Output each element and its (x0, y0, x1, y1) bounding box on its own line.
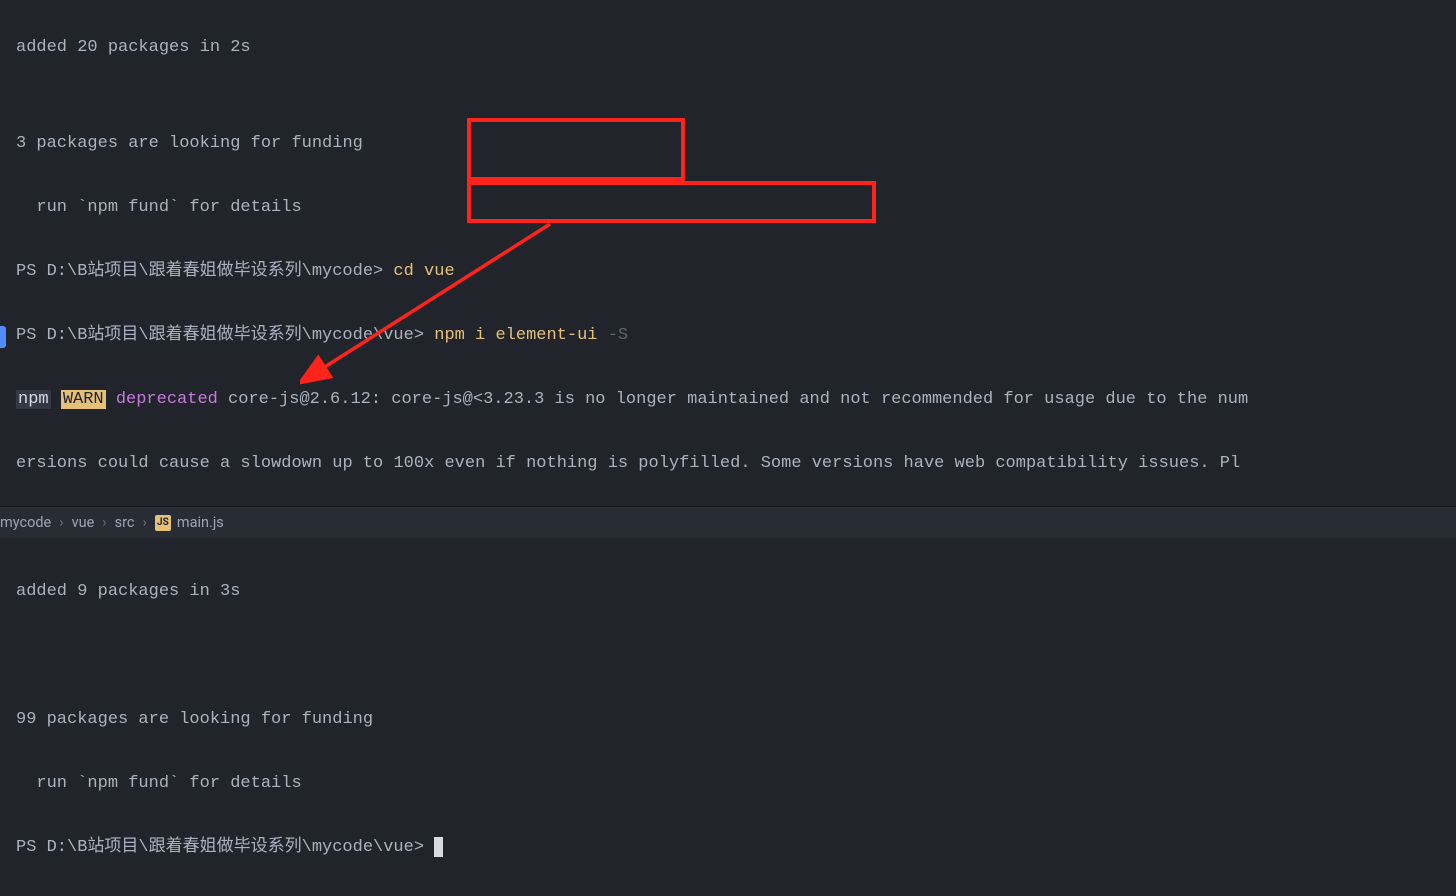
terminal-output[interactable]: added 20 packages in 2s 3 packages are l… (0, 0, 1456, 896)
breadcrumb-item[interactable]: vue (72, 507, 95, 539)
command-text: cd vue (383, 262, 454, 281)
breadcrumb[interactable]: mycode › vue › src › JS main.js (0, 506, 1456, 538)
terminal-line: npm WARN deprecated core-js@2.6.12: core… (16, 384, 1440, 416)
command-flag: -S (608, 326, 628, 345)
breadcrumb-item[interactable]: src (115, 507, 135, 539)
prompt-path: PS D:\B站项目\跟着春姐做毕设系列\mycode\vue> (16, 326, 424, 345)
chevron-right-icon: › (59, 507, 63, 539)
chevron-right-icon: › (102, 507, 106, 539)
terminal-line: run `npm fund` for details (16, 192, 1440, 224)
js-file-icon: JS (155, 515, 171, 531)
terminal-line (16, 640, 1440, 672)
breadcrumb-file-label: main.js (177, 507, 224, 539)
terminal-line: 99 packages are looking for funding (16, 704, 1440, 736)
terminal-prompt-line: PS D:\B站项目\跟着春姐做毕设系列\mycode> cd vue (16, 256, 1440, 288)
warn-badge: WARN (61, 390, 106, 409)
breadcrumb-item[interactable]: JS main.js (155, 507, 224, 539)
terminal-line: run `npm fund` for details (16, 768, 1440, 800)
npm-badge: npm (16, 390, 51, 409)
chevron-right-icon: › (143, 507, 147, 539)
prompt-path: PS D:\B站项目\跟着春姐做毕设系列\mycode\vue> (16, 838, 434, 857)
terminal-prompt-line: PS D:\B站项目\跟着春姐做毕设系列\mycode\vue> npm i e… (16, 320, 1440, 352)
prompt-path: PS D:\B站项目\跟着春姐做毕设系列\mycode> (16, 262, 383, 281)
breadcrumb-item[interactable]: mycode (0, 507, 51, 539)
warning-text: ersions could cause a slowdown up to 100… (16, 454, 1240, 473)
command-text: npm i element-ui (424, 326, 608, 345)
terminal-line: added 20 packages in 2s (16, 32, 1440, 64)
warning-text: core-js@2.6.12: core-js@<3.23.3 is no lo… (218, 390, 1248, 409)
terminal-line: added 9 packages in 3s (16, 576, 1440, 608)
gutter-marker (0, 326, 6, 348)
terminal-cursor[interactable] (434, 837, 443, 857)
terminal-line: 3 packages are looking for funding (16, 128, 1440, 160)
terminal-line: ersions could cause a slowdown up to 100… (16, 448, 1440, 480)
terminal-prompt-line: PS D:\B站项目\跟着春姐做毕设系列\mycode\vue> (16, 832, 1440, 864)
deprecated-label: deprecated (106, 390, 218, 409)
